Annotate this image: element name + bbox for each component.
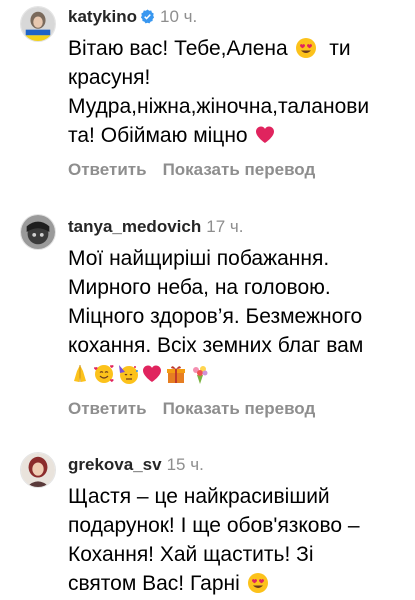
comments-list: katykino 10 ч. Вітаю вас! Тебе,Алена ти к…	[0, 0, 415, 600]
comment-text: Мої найщиріші побажання. Мирного неба, н…	[68, 244, 403, 389]
avatar[interactable]	[20, 214, 56, 250]
comment-line: ти	[329, 37, 351, 60]
comment-line: Міцного здоров’я. Безмежного	[68, 305, 363, 328]
comment-username[interactable]: katykino	[68, 7, 137, 26]
avatar-image	[21, 215, 55, 249]
show-translation-button[interactable]: Показать перевод	[163, 160, 316, 179]
verified-badge-icon	[140, 6, 155, 24]
comment-timestamp: 17 ч.	[206, 217, 244, 236]
comment-line: святом Вас! Гарні	[68, 572, 240, 595]
show-translation-button[interactable]: Показать перевод	[163, 399, 316, 418]
comment-text: Вітаю вас! Тебе,Алена ти красуня! Мудра,…	[68, 34, 403, 150]
comment-line: Кохання! Хай щастить! Зі	[68, 543, 314, 566]
comment-line: Мирного неба, на головою.	[68, 276, 331, 299]
comment-line: Щастя – це найкрасивіший	[68, 485, 330, 508]
comment-line: красуня!	[68, 66, 151, 89]
avatar[interactable]	[20, 452, 56, 488]
red-heart-emoji	[256, 126, 275, 143]
partying-face-emoji	[119, 365, 138, 384]
comment-line: кохання. Всіх земних благ вам	[68, 334, 364, 357]
red-heart-emoji	[143, 365, 161, 382]
emoji-row	[68, 360, 403, 389]
comment-username[interactable]: grekova_sv	[68, 455, 162, 474]
comment-line: та! Обіймаю міцно	[68, 124, 248, 147]
comment-text: Щастя – це найкрасивіший подарунок! І ще…	[68, 482, 403, 598]
comment-username[interactable]: tanya_medovich	[68, 217, 201, 236]
folded-hands-emoji	[74, 365, 86, 382]
comment-line: Мої найщиріші побажання.	[68, 247, 330, 270]
bouquet-emoji	[193, 366, 208, 384]
comment-line: Мудра,ніжна,жіночна,таланови	[68, 95, 370, 118]
comment-timestamp: 10 ч.	[159, 7, 198, 26]
avatar[interactable]	[20, 6, 56, 42]
wrapped-gift-emoji	[167, 366, 185, 383]
reply-button[interactable]: Ответить	[68, 399, 147, 418]
heart-eyes-emoji	[247, 573, 268, 593]
reply-button[interactable]: Ответить	[68, 160, 147, 179]
comment-timestamp: 15 ч.	[166, 455, 204, 474]
smiling-face-with-hearts-emoji	[94, 365, 114, 383]
comment-line: подарунок! І ще обов'язково –	[68, 514, 360, 537]
avatar-image	[21, 7, 55, 41]
comment-line: Вітаю вас! Тебе,Алена	[68, 37, 288, 60]
heart-eyes-emoji	[295, 38, 316, 58]
avatar-image	[21, 453, 55, 487]
